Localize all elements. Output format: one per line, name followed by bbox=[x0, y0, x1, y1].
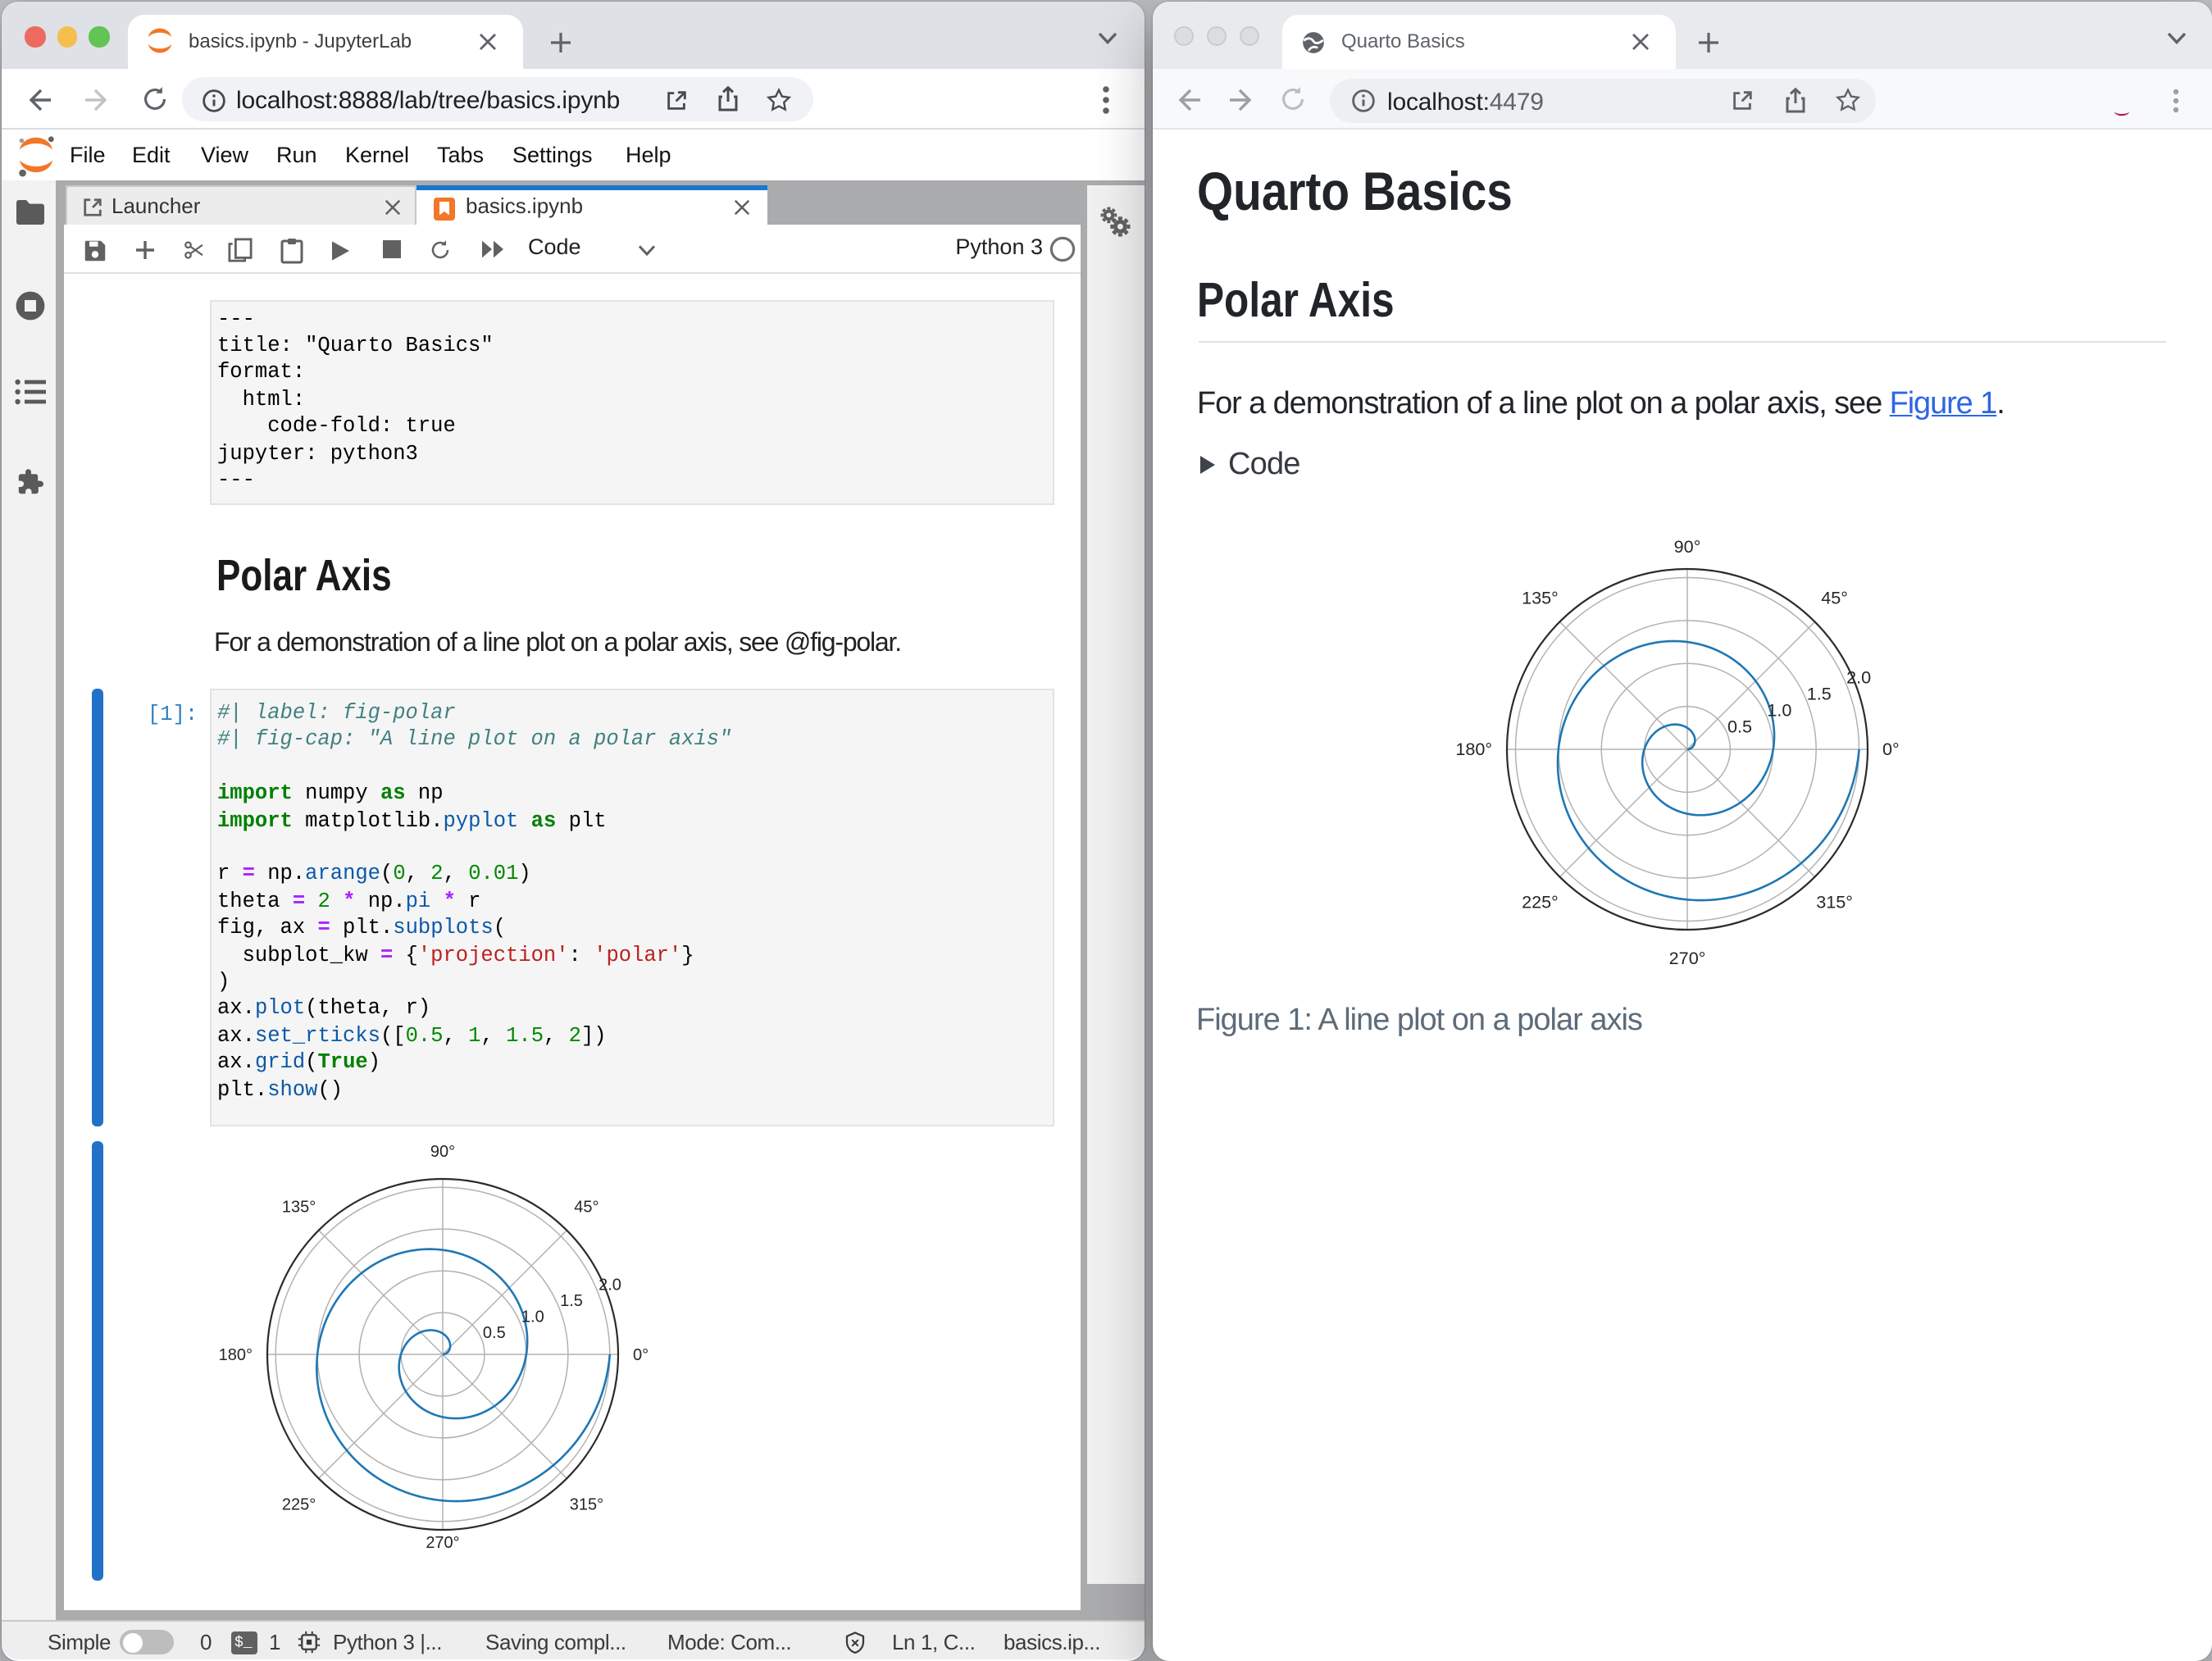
svg-text:0°: 0° bbox=[633, 1346, 649, 1364]
svg-text:45°: 45° bbox=[1821, 587, 1848, 608]
svg-text:0°: 0° bbox=[1882, 739, 1900, 759]
svg-text:225°: 225° bbox=[282, 1495, 316, 1513]
svg-text:1.5: 1.5 bbox=[560, 1292, 583, 1310]
svg-text:1.5: 1.5 bbox=[1807, 683, 1832, 703]
svg-text:180°: 180° bbox=[1455, 739, 1492, 759]
svg-text:90°: 90° bbox=[1674, 536, 1701, 557]
svg-text:225°: 225° bbox=[1522, 892, 1559, 912]
svg-text:135°: 135° bbox=[282, 1199, 316, 1217]
svg-text:0.5: 0.5 bbox=[1727, 716, 1752, 736]
svg-text:1.0: 1.0 bbox=[1767, 699, 1791, 720]
svg-text:2.0: 2.0 bbox=[1846, 667, 1871, 687]
svg-text:0.5: 0.5 bbox=[483, 1324, 506, 1342]
svg-text:270°: 270° bbox=[1669, 948, 1706, 968]
svg-text:45°: 45° bbox=[574, 1199, 599, 1217]
svg-text:180°: 180° bbox=[219, 1346, 253, 1364]
svg-text:135°: 135° bbox=[1522, 587, 1559, 608]
svg-text:90°: 90° bbox=[430, 1143, 455, 1161]
svg-text:1.0: 1.0 bbox=[521, 1308, 544, 1326]
svg-text:2.0: 2.0 bbox=[599, 1276, 621, 1294]
svg-text:270°: 270° bbox=[426, 1534, 459, 1552]
svg-text:315°: 315° bbox=[1816, 892, 1853, 912]
svg-text:315°: 315° bbox=[570, 1495, 603, 1513]
